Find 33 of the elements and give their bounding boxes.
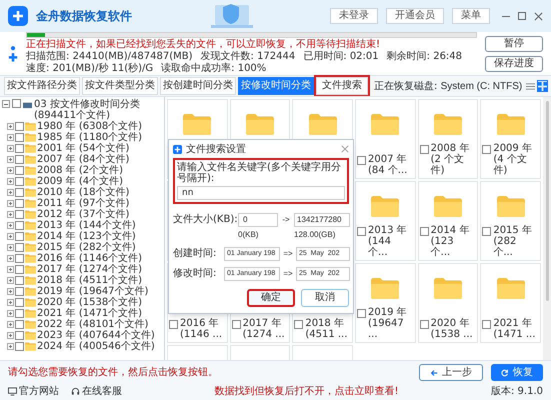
scan-stat: 读取命中成功率: 100%: [161, 63, 266, 75]
scan-stat: 发现文件数: 172444: [200, 51, 296, 62]
disk-label: 正在恢复磁盘: System (C: NTFS): [374, 80, 522, 94]
date-label: 修改时间:: [173, 266, 218, 281]
keyword-label: 请输入文件名关键字(多个关键字用分号隔开):: [177, 162, 342, 184]
folder-label: 2008 年 (2 个文件): [430, 143, 470, 176]
folder-label: 2007 年 (84 个...: [368, 154, 408, 176]
range-arrow: =>: [283, 268, 293, 280]
date-label: 创建时间:: [173, 246, 218, 261]
size-label: 文件大小(KB):: [173, 212, 235, 227]
folder-label: 2017 年 (1274 ...: [242, 318, 286, 340]
folder-label: 2016 年 (1146 ...: [180, 318, 224, 340]
folder-label: 2021 年 (1471 ...: [493, 318, 536, 340]
folder-label: 2013 年 (144 个...: [368, 225, 408, 258]
size-hint: 0(KB): [238, 229, 260, 241]
version-text: 版本: 9.1.0: [491, 384, 543, 399]
folder-label: 2018 年 (4511 ...: [305, 318, 348, 340]
scan-stat: 扫描范围: 24410(MB)/487487(MB): [26, 51, 192, 62]
scan-stat: 已用时间: 02:01: [303, 51, 379, 63]
scan-stat: 剩余时间: 26:48: [386, 51, 462, 63]
folder-label: 2009 年 (4 个文件): [493, 143, 533, 176]
scan-message: 正在扫描文件，如果已经找到您丢失的文件，可以立即恢复，不用等待扫描结束!: [26, 39, 382, 50]
folder-label: 2019 年 (19647 ...: [368, 307, 408, 340]
app-title: 金舟数据恢复软件: [36, 8, 132, 25]
folder-label: 2015 年 (282 个...: [493, 225, 533, 258]
scan-stat: 速度: 201(MB)/秒 11(秒)/G: [26, 63, 154, 75]
folder-label: 2014 年 (123 个...: [430, 225, 470, 258]
folder-label: 2020 年 (1538 ...: [430, 318, 474, 340]
size-hint: 128.00(GB): [294, 229, 336, 241]
range-arrow: =>: [283, 248, 293, 260]
dialog-title: 文件搜索设置: [186, 142, 246, 156]
range-arrow: ->: [281, 214, 291, 226]
hint-text: 请勾选您需要恢复的文件，然后点击恢复按钮。: [8, 366, 219, 380]
